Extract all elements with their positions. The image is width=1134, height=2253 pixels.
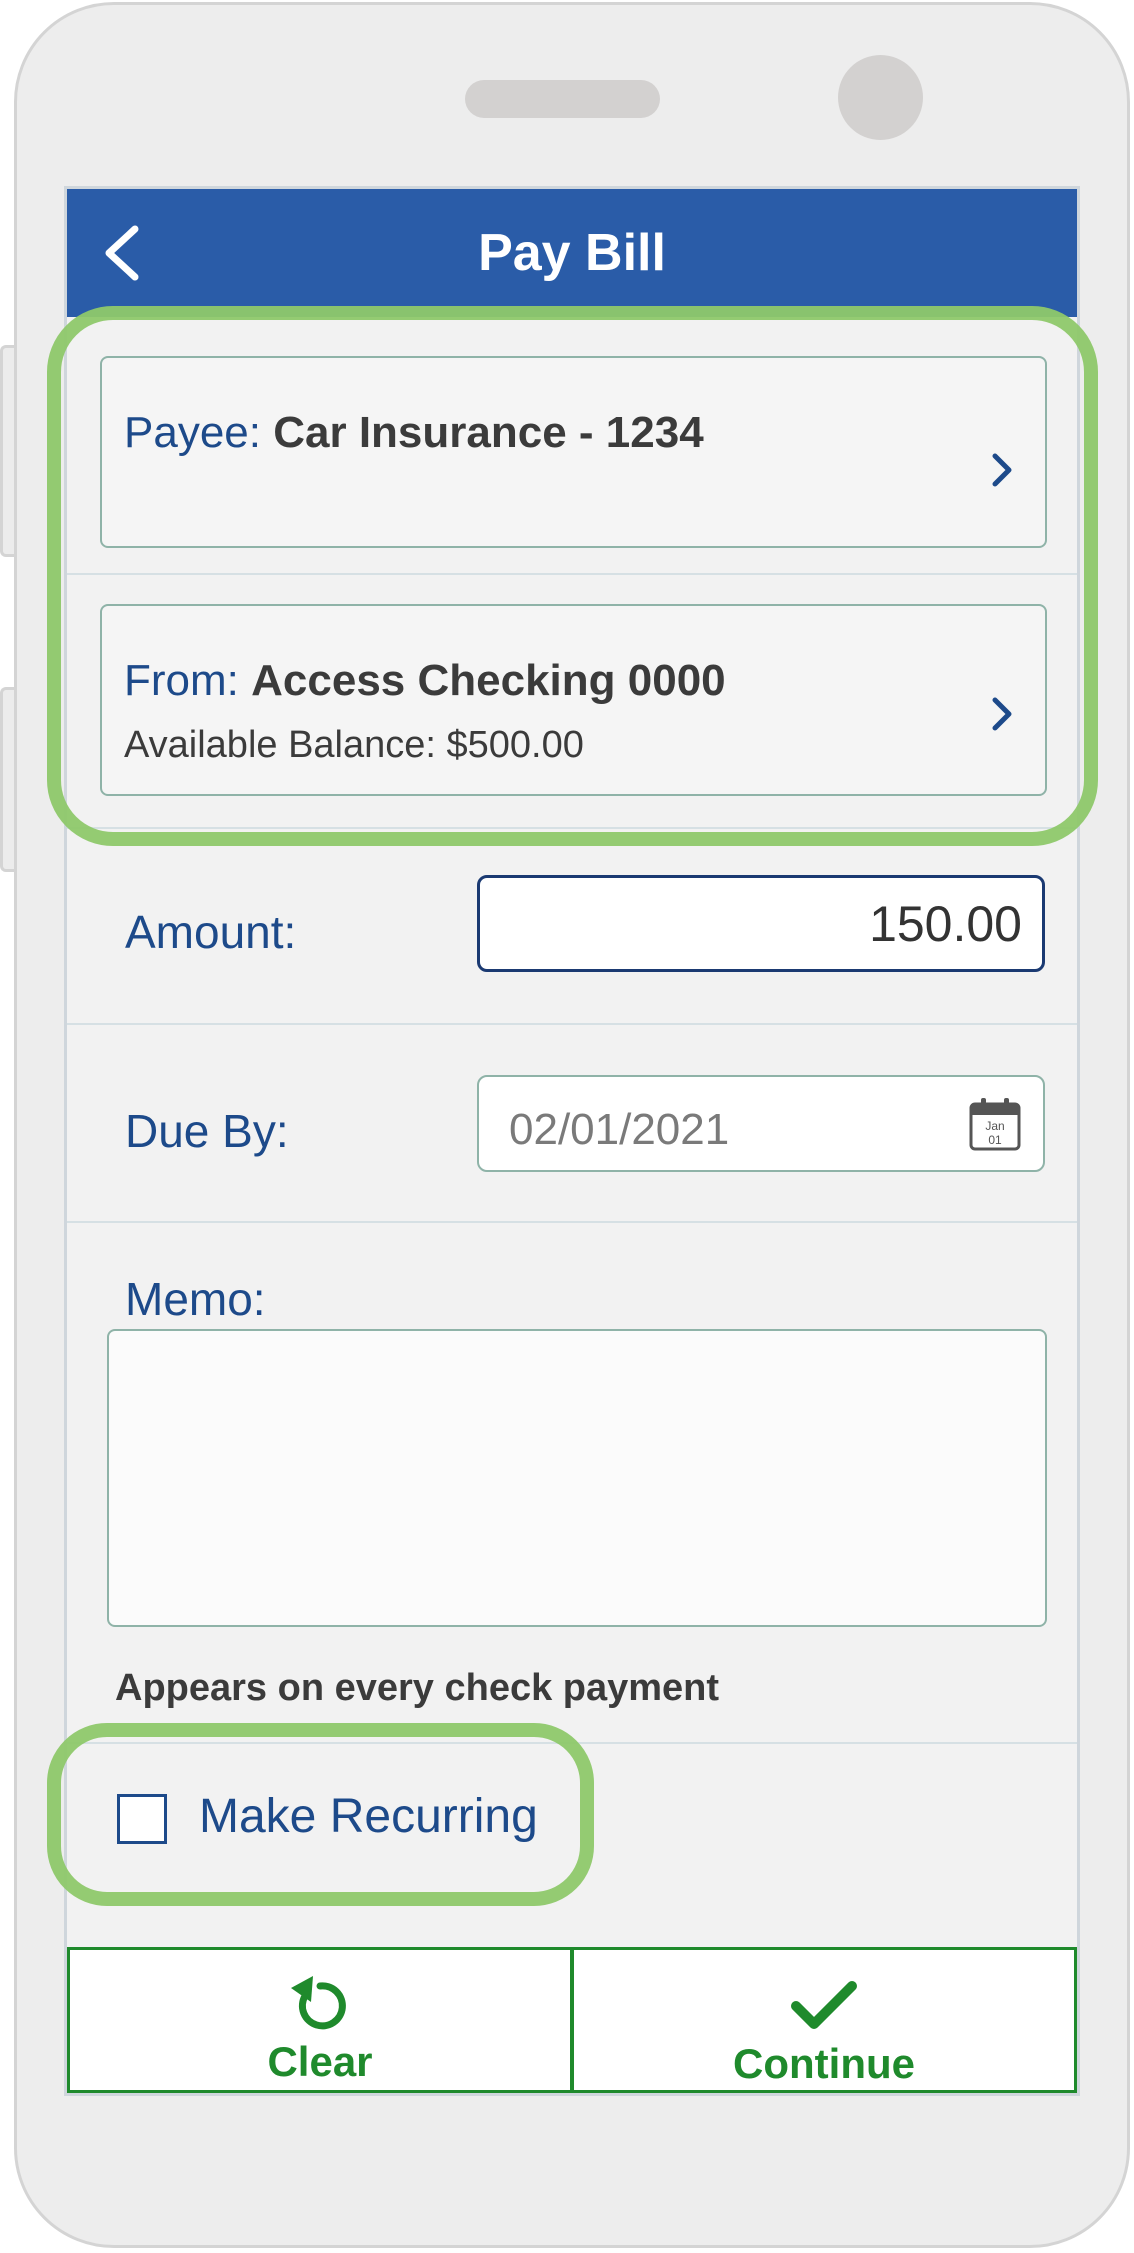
due-by-label: Due By:	[125, 1105, 289, 1157]
due-date-value: 02/01/2021	[509, 1105, 730, 1154]
memo-textarea[interactable]	[107, 1329, 1047, 1627]
continue-button-label: Continue	[733, 2040, 915, 2087]
continue-button[interactable]: Continue	[571, 1947, 1077, 2093]
divider	[67, 1023, 1077, 1025]
memo-help-text: Appears on every check payment	[115, 1667, 720, 1709]
divider	[67, 1221, 1077, 1223]
header-bar: Pay Bill	[67, 189, 1077, 317]
chevron-left-icon[interactable]	[97, 223, 147, 283]
clear-button[interactable]: Clear	[67, 1947, 573, 2093]
phone-speaker	[465, 80, 660, 118]
page-title: Pay Bill	[478, 224, 666, 282]
phone-camera	[838, 55, 923, 140]
calendar-icon[interactable]: Jan 01	[969, 1097, 1021, 1151]
highlight-payee-from	[47, 306, 1098, 846]
refresh-icon	[291, 1976, 346, 2030]
highlight-make-recurring	[47, 1723, 594, 1906]
amount-label: Amount:	[125, 906, 297, 958]
amount-input[interactable]	[477, 875, 1045, 972]
calendar-month-text: Jan	[985, 1119, 1004, 1133]
calendar-day-text: 01	[988, 1133, 1002, 1147]
memo-label: Memo:	[125, 1273, 266, 1325]
checkmark-icon	[791, 1981, 857, 2029]
clear-button-label: Clear	[267, 2038, 373, 2085]
due-date-field[interactable]: 02/01/2021 Jan 01	[477, 1075, 1045, 1172]
action-bar: Clear Continue	[67, 1947, 1077, 2093]
